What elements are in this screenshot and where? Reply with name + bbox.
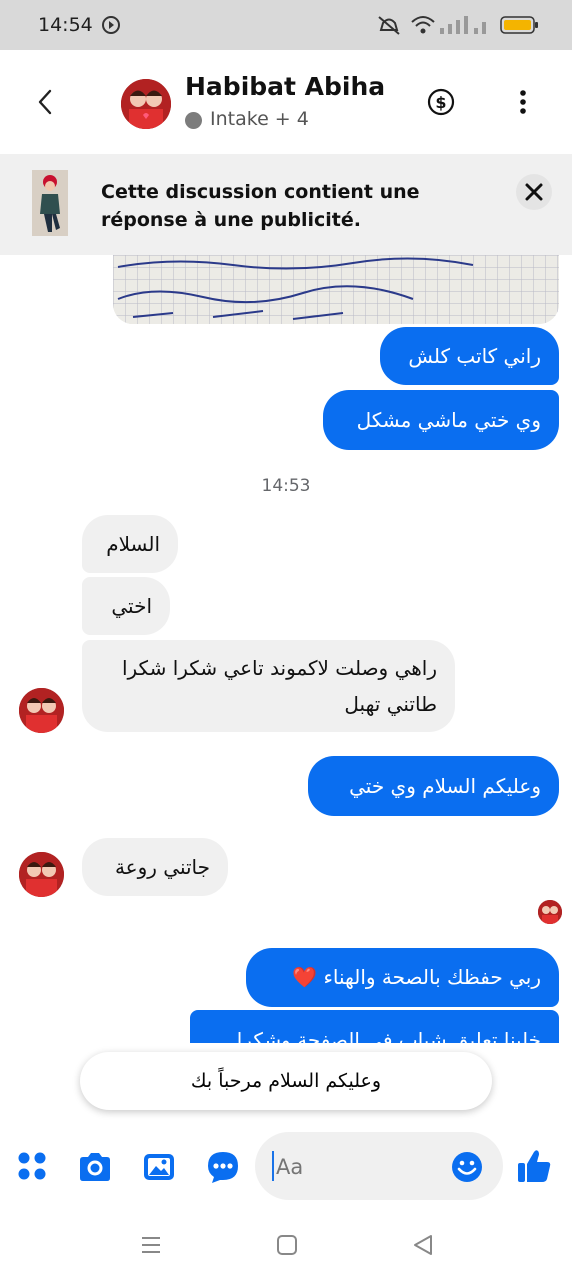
- thumbs-up-icon[interactable]: [516, 1148, 552, 1184]
- contact-name[interactable]: Habibat Abiha: [185, 72, 385, 101]
- dollar-circle-icon[interactable]: $: [427, 88, 455, 116]
- message-bubble-outgoing[interactable]: ربي حفظك بالصحة والهناء ❤️: [246, 948, 559, 1007]
- close-icon: [525, 183, 543, 201]
- sync-icon: [102, 16, 120, 34]
- sender-avatar[interactable]: [19, 688, 64, 733]
- message-bubble-incoming[interactable]: جاتني روعة: [82, 838, 228, 896]
- recents-icon[interactable]: [140, 1234, 162, 1256]
- voice-clip-icon[interactable]: [206, 1150, 240, 1184]
- more-vertical-icon[interactable]: [516, 88, 530, 116]
- message-clip: خلينا تعليق شباب في الصفحة وشكرا: [190, 1010, 559, 1043]
- home-icon[interactable]: [276, 1234, 298, 1256]
- read-receipt-avatar: [538, 900, 562, 924]
- camera-icon[interactable]: [77, 1151, 113, 1183]
- message-bubble-outgoing[interactable]: خلينا تعليق شباب في الصفحة وشكرا: [190, 1010, 559, 1043]
- message-bubble-outgoing[interactable]: راني كاتب كلش: [380, 327, 559, 385]
- ad-thumbnail[interactable]: [32, 170, 68, 236]
- signal-icon: [440, 16, 486, 34]
- message-bubble-incoming[interactable]: راهي وصلت لاكموند تاعي شكرا شكرا طاتني ت…: [82, 640, 455, 732]
- wifi-icon: [411, 16, 435, 34]
- gallery-icon[interactable]: [142, 1152, 176, 1182]
- contact-subtitle: Intake + 4: [210, 108, 309, 130]
- back-nav-icon[interactable]: [412, 1234, 434, 1256]
- apps-grid-icon[interactable]: [17, 1151, 47, 1181]
- status-time: 14:54: [38, 14, 93, 36]
- message-input[interactable]: [274, 1152, 428, 1182]
- image-message[interactable]: [113, 255, 559, 324]
- presence-dot: [185, 112, 202, 129]
- time-separator: 14:53: [261, 476, 311, 496]
- status-bar: 14:54: [0, 0, 572, 50]
- contact-avatar[interactable]: [121, 79, 171, 129]
- suggested-reply-chip[interactable]: وعليكم السلام مرحباً بك: [80, 1052, 492, 1110]
- message-bubble-incoming[interactable]: السلام: [82, 515, 178, 573]
- chat-header: [0, 50, 572, 154]
- banner-close-button[interactable]: [516, 174, 552, 210]
- ad-reply-banner-text: Cette discussion contient une réponse à …: [101, 181, 420, 231]
- message-bubble-incoming[interactable]: اختي: [82, 577, 170, 635]
- battery-icon: [500, 16, 538, 34]
- back-arrow-icon[interactable]: [34, 88, 58, 116]
- message-bubble-outgoing[interactable]: وي ختي ماشي مشكل: [323, 390, 559, 450]
- sender-avatar[interactable]: [19, 852, 64, 897]
- svg-text:$: $: [435, 93, 446, 112]
- emoji-icon[interactable]: [450, 1150, 484, 1184]
- message-bubble-outgoing[interactable]: وعليكم السلام وي ختي: [308, 756, 559, 816]
- mute-icon: [378, 16, 400, 35]
